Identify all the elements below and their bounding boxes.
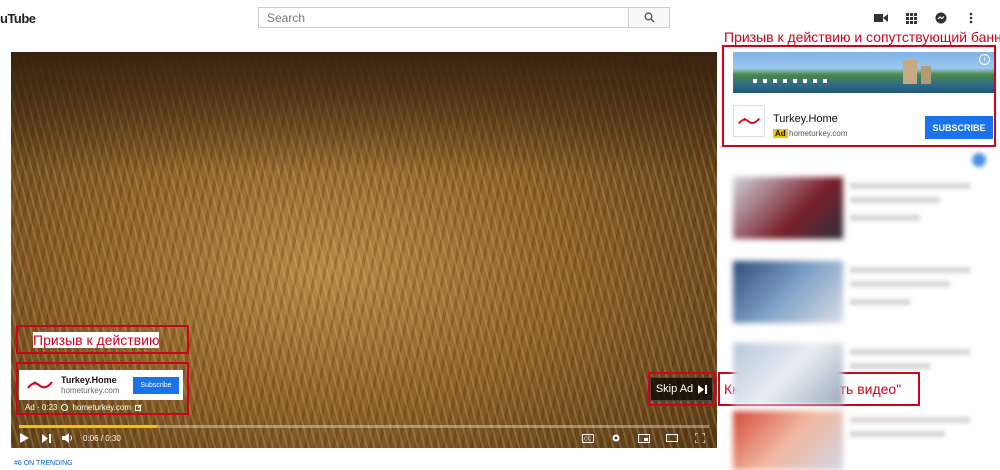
search-input[interactable] xyxy=(259,8,631,27)
cta-annotation-box xyxy=(16,362,189,415)
theater-icon xyxy=(666,434,678,442)
play-icon xyxy=(19,433,29,443)
settings-button[interactable] xyxy=(607,430,625,446)
recommended-title-line xyxy=(850,183,970,189)
gear-icon xyxy=(612,434,620,442)
theater-mode-button[interactable] xyxy=(663,430,681,446)
recommended-meta-line xyxy=(850,299,910,305)
recommended-title-line xyxy=(850,197,940,203)
apps-grid-icon[interactable] xyxy=(904,11,918,25)
messages-icon[interactable] xyxy=(934,11,948,25)
recommended-title-line xyxy=(850,349,970,355)
recommended-title-line xyxy=(850,431,945,437)
recommended-title-line xyxy=(850,281,950,287)
more-options-icon[interactable] xyxy=(964,11,978,25)
ad-info-icon[interactable]: i xyxy=(979,54,990,65)
video-frame xyxy=(11,52,717,172)
banner-logo xyxy=(733,105,765,137)
banner-annotation-label: Призыв к действию и сопутствующий баннер… xyxy=(724,29,1000,45)
miniplayer-button[interactable] xyxy=(635,430,653,446)
banner-image[interactable]: i xyxy=(733,52,994,93)
volume-button[interactable] xyxy=(59,430,77,446)
ad-badge: Ad xyxy=(773,129,788,138)
search-button[interactable] xyxy=(628,8,669,27)
next-icon xyxy=(41,433,51,443)
play-button[interactable] xyxy=(15,430,33,446)
account-avatar[interactable] xyxy=(972,153,986,167)
time-display: 0:06 / 0:30 xyxy=(83,433,121,443)
fullscreen-button[interactable] xyxy=(691,430,709,446)
player-controls: 0:06 / 0:30 CC xyxy=(11,428,717,448)
banner-subscribe-button[interactable]: SUBSCRIBE xyxy=(925,116,993,139)
miniplayer-icon xyxy=(638,433,650,443)
search-box xyxy=(258,7,670,28)
header-actions xyxy=(874,11,978,25)
banner-title: Turkey.Home xyxy=(773,113,838,125)
next-button[interactable] xyxy=(37,430,55,446)
trending-badge[interactable]: #6 ON TRENDING xyxy=(14,460,73,467)
create-video-icon[interactable] xyxy=(874,11,888,25)
banner-domain: hometurkey.com xyxy=(789,129,848,138)
recommended-title-line xyxy=(850,363,930,369)
companion-banner[interactable]: i Turkey.Home Ad hometurkey.com SUBSCRIB… xyxy=(733,52,994,139)
youtube-logo[interactable]: uTube xyxy=(0,11,36,26)
svg-text:CC: CC xyxy=(584,436,592,442)
skip-annotation-box xyxy=(648,372,716,406)
search-icon xyxy=(644,12,654,23)
recommended-title-line xyxy=(850,417,970,423)
recommended-thumbnail[interactable] xyxy=(733,261,843,323)
cta-annotation-label: Призыв к действию xyxy=(33,332,160,348)
recommended-meta-line xyxy=(850,215,920,221)
recommended-title-line xyxy=(850,267,970,273)
recommended-thumbnail[interactable] xyxy=(733,343,843,405)
volume-icon xyxy=(62,433,72,443)
captions-button[interactable]: CC xyxy=(579,430,597,446)
sidebar: i Turkey.Home Ad hometurkey.com SUBSCRIB… xyxy=(722,45,1000,470)
recommended-thumbnail[interactable] xyxy=(733,177,843,239)
recommended-thumbnail[interactable] xyxy=(733,411,843,470)
fullscreen-icon xyxy=(695,433,705,443)
captions-icon: CC xyxy=(582,433,594,443)
